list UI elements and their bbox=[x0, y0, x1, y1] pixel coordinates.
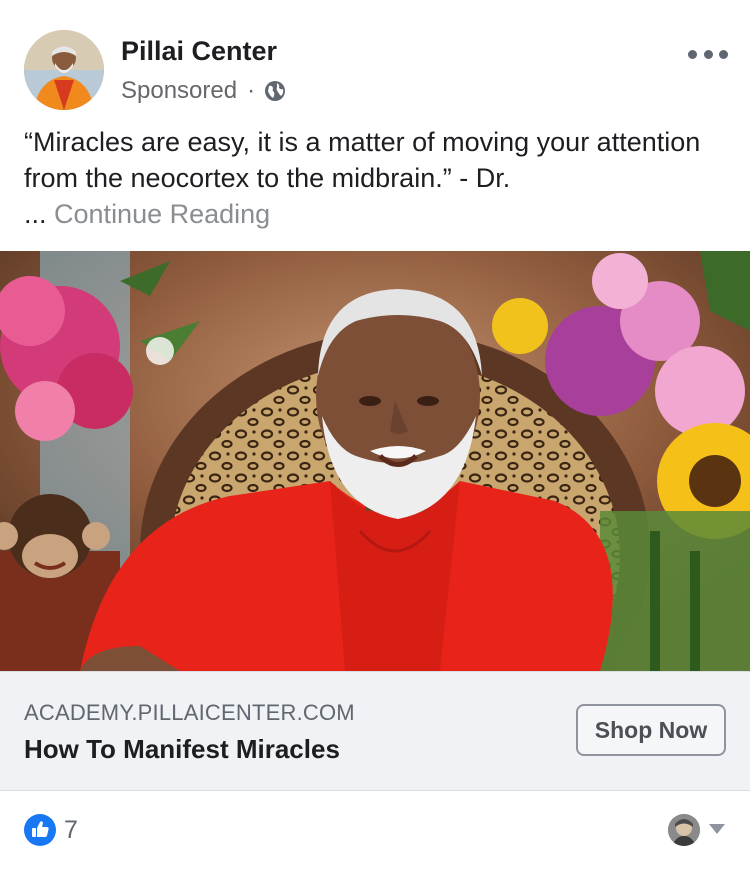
thumbs-up-icon[interactable] bbox=[24, 814, 56, 846]
link-title[interactable]: How To Manifest Miracles bbox=[24, 734, 340, 765]
previous-post-edge bbox=[0, 0, 750, 6]
page-name[interactable]: Pillai Center bbox=[121, 36, 277, 67]
reactor-avatar[interactable] bbox=[668, 814, 700, 846]
more-icon-dot bbox=[703, 49, 713, 59]
post-meta: Sponsored · bbox=[121, 74, 287, 108]
page-avatar[interactable] bbox=[24, 30, 104, 110]
more-options-button[interactable] bbox=[688, 42, 728, 66]
more-icon-dot bbox=[688, 49, 697, 59]
meta-separator: · bbox=[247, 77, 256, 104]
caret-down-icon[interactable] bbox=[708, 822, 726, 836]
post-header: Pillai Center Sponsored · bbox=[24, 30, 728, 110]
post-message-text: “Miracles are easy, it is a matter of mo… bbox=[24, 127, 701, 193]
sponsored-label[interactable]: Sponsored bbox=[121, 77, 237, 105]
post-image[interactable] bbox=[0, 251, 750, 671]
shop-now-button[interactable]: Shop Now bbox=[576, 704, 726, 756]
more-icon-dot bbox=[719, 49, 728, 59]
reaction-count[interactable]: 7 bbox=[64, 816, 78, 845]
post-message: “Miracles are easy, it is a matter of mo… bbox=[24, 124, 724, 232]
link-preview-card[interactable]: ACADEMY.PILLAICENTER.COM How To Manifest… bbox=[0, 671, 750, 791]
ellipsis: ... bbox=[24, 199, 47, 229]
reactions-bar: 7 bbox=[24, 800, 726, 860]
globe-icon bbox=[265, 81, 286, 101]
continue-reading-link[interactable]: Continue Reading bbox=[54, 199, 270, 229]
link-domain: ACADEMY.PILLAICENTER.COM bbox=[24, 700, 355, 725]
